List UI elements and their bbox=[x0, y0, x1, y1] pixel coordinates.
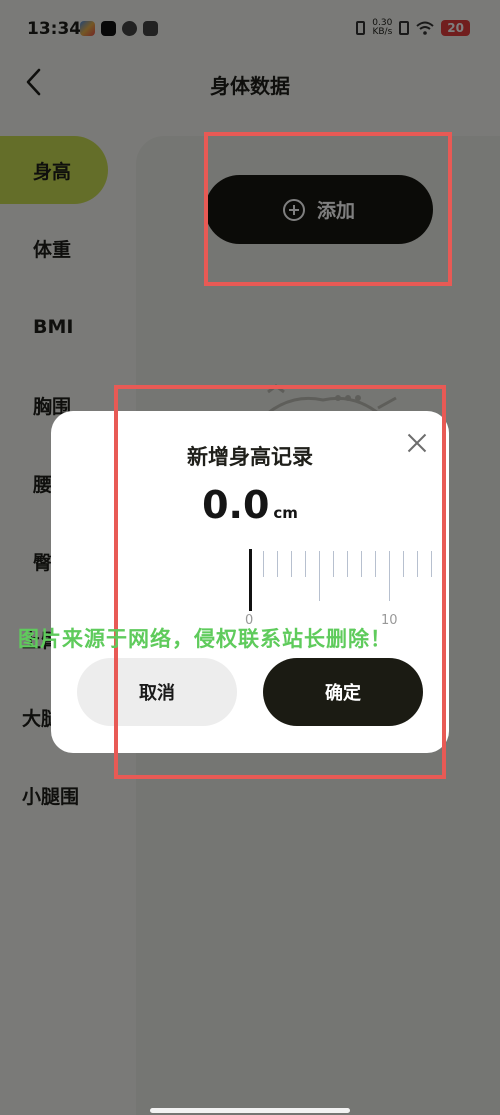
watermark-text: 图片来源于网络，侵权联系站长删除！ bbox=[18, 627, 392, 651]
screen: 13:34 0.30 KB/s 20 bbox=[0, 0, 500, 1115]
annotation-box-dialog bbox=[114, 385, 446, 779]
annotation-box-add bbox=[204, 132, 452, 286]
home-indicator[interactable] bbox=[150, 1108, 350, 1113]
